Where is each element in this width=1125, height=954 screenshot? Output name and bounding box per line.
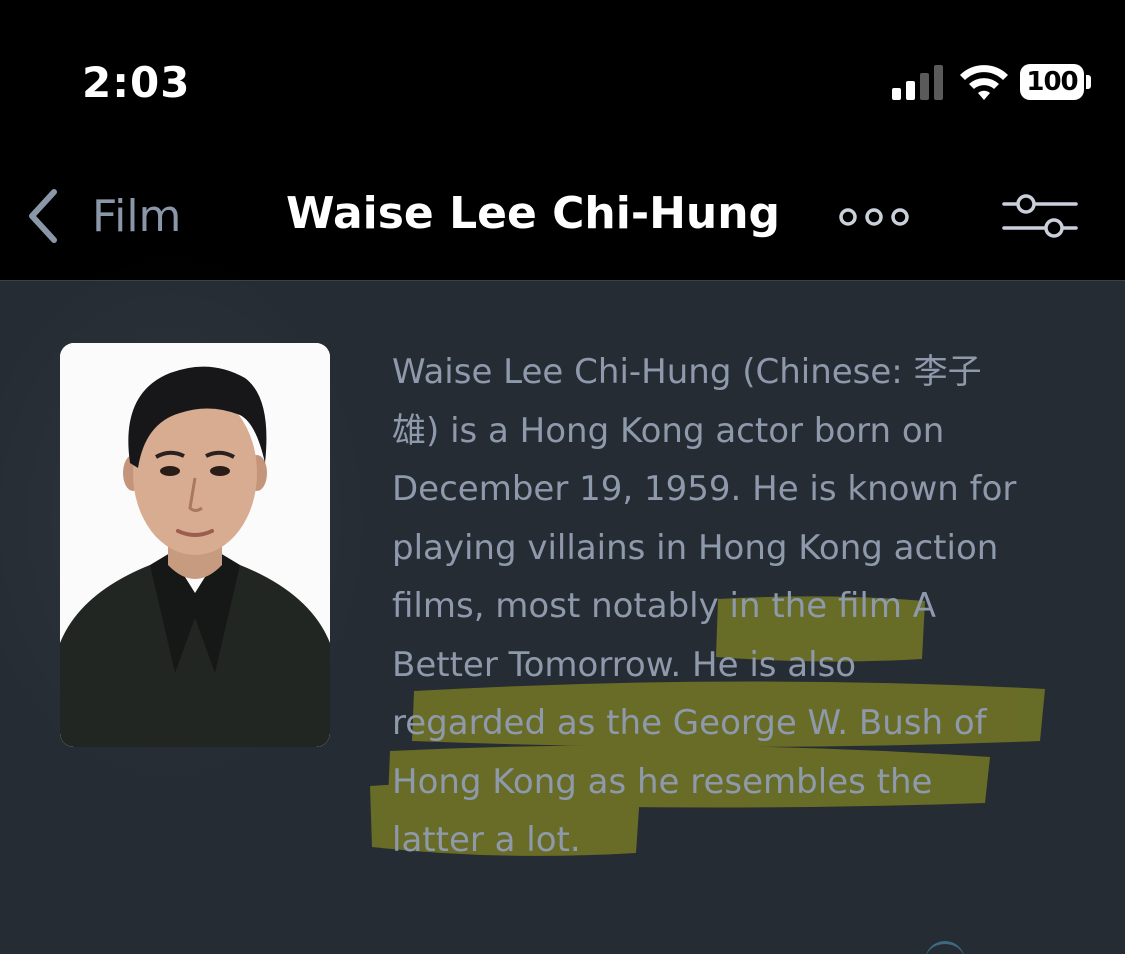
- battery-icon: 100: [1020, 64, 1084, 100]
- description-line: Waise Lee Chi-Hung (Chinese: 李子: [392, 352, 982, 392]
- article-content: Waise Lee Chi-Hung (Chinese: 李子 雄) is a …: [0, 241, 1125, 954]
- description-line: regarded as the George W. Bush of: [392, 703, 987, 743]
- back-label: Film: [92, 190, 182, 242]
- description-line: latter a lot.: [392, 820, 581, 860]
- article-description: Waise Lee Chi-Hung (Chinese: 李子 雄) is a …: [392, 343, 1092, 870]
- portrait-illustration: [60, 343, 330, 747]
- wifi-icon: [960, 65, 1008, 100]
- battery-nub: [1086, 75, 1091, 89]
- chevron-left-icon: [29, 189, 57, 243]
- status-time: 2:03: [82, 58, 191, 107]
- screen: 2:03 100 Film Waise Lee Chi-Hung Waise L…: [0, 0, 1125, 954]
- battery-level: 100: [1026, 67, 1078, 97]
- portrait-photo[interactable]: [60, 343, 330, 747]
- description-line: Hong Kong as he resembles the: [392, 761, 933, 802]
- description-line: December 19, 1959. He is known for: [392, 469, 1017, 509]
- more-icon[interactable]: [836, 202, 916, 232]
- back-button[interactable]: Film: [24, 184, 181, 248]
- description-line: playing villains in Hong Kong action: [392, 527, 999, 568]
- partial-icon: [925, 941, 965, 954]
- description-line: 雄) is a Hong Kong actor born on: [392, 410, 945, 451]
- description-line: films, most notably in the film A: [392, 586, 937, 626]
- page-title: Waise Lee Chi-Hung: [286, 188, 781, 239]
- description-line: Better Tomorrow. He is also: [392, 644, 857, 685]
- status-bar: 2:03 100: [0, 0, 1125, 150]
- signal-icon: [892, 65, 943, 100]
- filter-icon[interactable]: [1000, 190, 1080, 246]
